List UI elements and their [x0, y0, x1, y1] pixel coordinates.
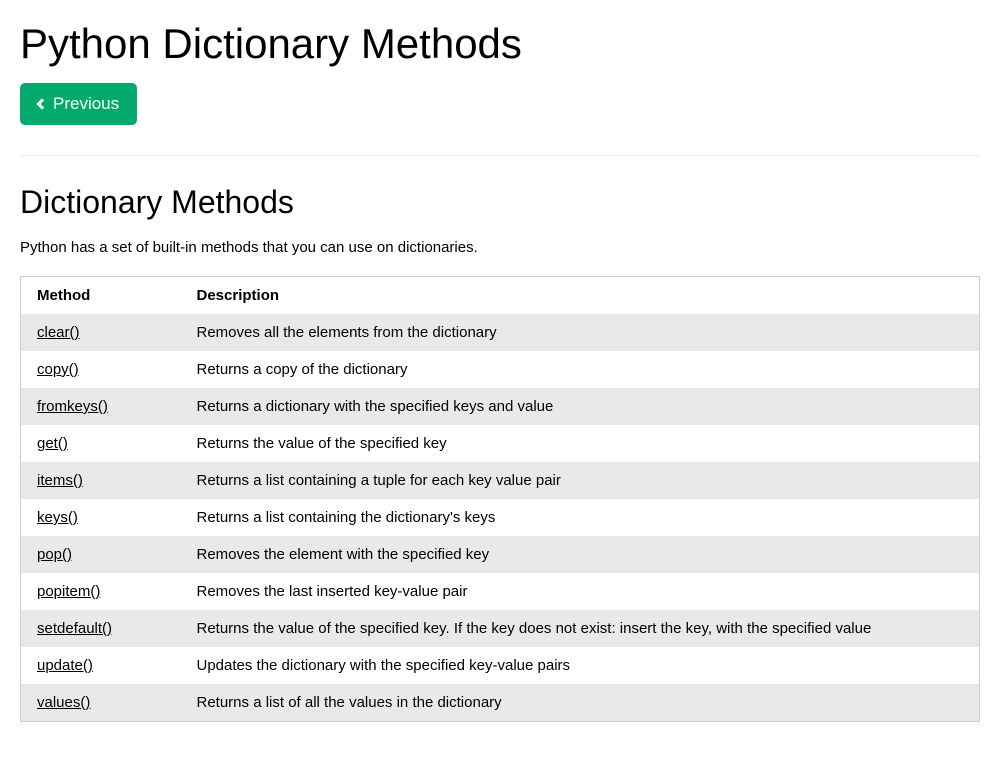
section-heading: Dictionary Methods — [20, 184, 980, 221]
method-link[interactable]: copy() — [37, 361, 79, 378]
table-row: items() Returns a list containing a tuple… — [21, 462, 980, 499]
table-row: values() Returns a list of all the values… — [21, 684, 980, 722]
method-cell: setdefault() — [21, 610, 181, 647]
table-row: update() Updates the dictionary with the … — [21, 647, 980, 684]
description-cell: Returns a list containing a tuple for ea… — [181, 462, 980, 499]
table-row: get() Returns the value of the specified … — [21, 425, 980, 462]
method-link[interactable]: items() — [37, 472, 83, 489]
description-cell: Returns a list of all the values in the … — [181, 684, 980, 722]
method-cell: clear() — [21, 314, 181, 351]
chevron-left-icon — [36, 98, 47, 109]
method-cell: values() — [21, 684, 181, 722]
method-link[interactable]: get() — [37, 435, 68, 452]
table-row: setdefault() Returns the value of the spe… — [21, 610, 980, 647]
method-cell: fromkeys() — [21, 388, 181, 425]
description-cell: Updates the dictionary with the specifie… — [181, 647, 980, 684]
table-row: popitem() Removes the last inserted key-v… — [21, 573, 980, 610]
description-cell: Returns the value of the specified key. … — [181, 610, 980, 647]
description-cell: Returns a dictionary with the specified … — [181, 388, 980, 425]
description-cell: Removes all the elements from the dictio… — [181, 314, 980, 351]
previous-button[interactable]: Previous — [20, 83, 137, 125]
method-link[interactable]: update() — [37, 657, 93, 674]
method-cell: update() — [21, 647, 181, 684]
table-row: pop() Removes the element with the specif… — [21, 536, 980, 573]
table-row: fromkeys() Returns a dictionary with the … — [21, 388, 980, 425]
method-cell: popitem() — [21, 573, 181, 610]
previous-button-label: Previous — [53, 94, 119, 114]
method-cell: get() — [21, 425, 181, 462]
method-link[interactable]: clear() — [37, 324, 80, 341]
methods-table-header-description: Description — [181, 277, 980, 315]
divider — [20, 155, 980, 156]
method-cell: items() — [21, 462, 181, 499]
method-link[interactable]: values() — [37, 694, 90, 711]
method-link[interactable]: keys() — [37, 509, 78, 526]
table-row: clear() Removes all the elements from the… — [21, 314, 980, 351]
method-cell: copy() — [21, 351, 181, 388]
method-link[interactable]: fromkeys() — [37, 398, 108, 415]
table-row: copy() Returns a copy of the dictionary — [21, 351, 980, 388]
description-cell: Returns a copy of the dictionary — [181, 351, 980, 388]
method-link[interactable]: popitem() — [37, 583, 100, 600]
method-link[interactable]: setdefault() — [37, 620, 112, 637]
description-cell: Removes the last inserted key-value pair — [181, 573, 980, 610]
methods-table: Method Description clear() Removes all th… — [20, 276, 980, 722]
method-link[interactable]: pop() — [37, 546, 72, 563]
page-title: Python Dictionary Methods — [20, 20, 980, 68]
methods-table-header-method: Method — [21, 277, 181, 315]
description-cell: Returns a list containing the dictionary… — [181, 499, 980, 536]
description-cell: Removes the element with the specified k… — [181, 536, 980, 573]
table-row: keys() Returns a list containing the dict… — [21, 499, 980, 536]
method-cell: keys() — [21, 499, 181, 536]
description-cell: Returns the value of the specified key — [181, 425, 980, 462]
method-cell: pop() — [21, 536, 181, 573]
intro-text: Python has a set of built-in methods tha… — [20, 239, 980, 256]
